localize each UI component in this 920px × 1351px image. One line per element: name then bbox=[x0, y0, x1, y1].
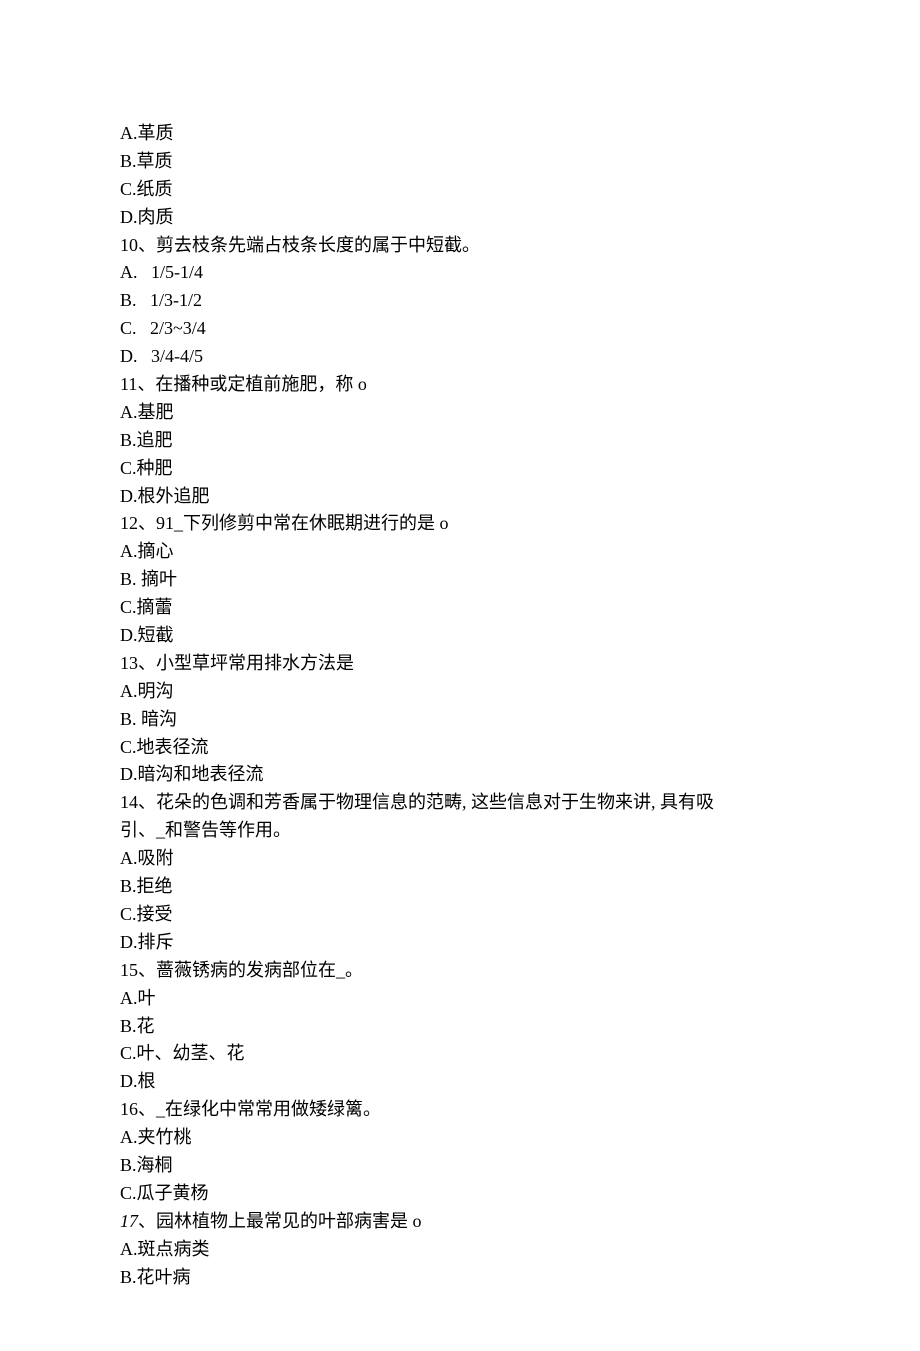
page-content: A.革质 B.草质 C.纸质 D.肉质 10、剪去枝条先端占枝条长度的属于中短截… bbox=[0, 0, 920, 1351]
q11-option-c: C.种肥 bbox=[120, 455, 800, 483]
q13-option-c: C.地表径流 bbox=[120, 734, 800, 762]
q17-stem-rest: 、园林植物上最常见的叶部病害是 o bbox=[138, 1211, 422, 1231]
q13-option-a: A.明沟 bbox=[120, 678, 800, 706]
q10-option-d: D. 3/4-4/5 bbox=[120, 343, 800, 371]
q12-stem: 12、91_下列修剪中常在休眠期进行的是 o bbox=[120, 510, 800, 538]
q12-option-b: B. 摘叶 bbox=[120, 566, 800, 594]
q10-option-a: A. 1/5-1/4 bbox=[120, 259, 800, 287]
q15-option-b: B.花 bbox=[120, 1013, 800, 1041]
q10-option-c: C. 2/3~3/4 bbox=[120, 315, 800, 343]
q12-option-d: D.短截 bbox=[120, 622, 800, 650]
q13-option-b: B. 暗沟 bbox=[120, 706, 800, 734]
q17-option-a: A.斑点病类 bbox=[120, 1236, 800, 1264]
q9-option-d: D.肉质 bbox=[120, 204, 800, 232]
q14-stem-line2: 引、_和警告等作用。 bbox=[120, 817, 800, 845]
q11-option-a: A.基肥 bbox=[120, 399, 800, 427]
q14-option-c: C.接受 bbox=[120, 901, 800, 929]
q14-option-a: A.吸附 bbox=[120, 845, 800, 873]
q17-stem: 17、园林植物上最常见的叶部病害是 o bbox=[120, 1208, 800, 1236]
q15-option-d: D.根 bbox=[120, 1068, 800, 1096]
q16-option-a: A.夹竹桃 bbox=[120, 1124, 800, 1152]
q12-option-c: C.摘蕾 bbox=[120, 594, 800, 622]
q15-option-c: C.叶、幼茎、花 bbox=[120, 1040, 800, 1068]
q11-option-b: B.追肥 bbox=[120, 427, 800, 455]
q16-option-b: B.海桐 bbox=[120, 1152, 800, 1180]
q15-stem: 15、蔷薇锈病的发病部位在_。 bbox=[120, 957, 800, 985]
q9-option-b: B.草质 bbox=[120, 148, 800, 176]
q14-stem-line1: 14、花朵的色调和芳香属于物理信息的范畴, 这些信息对于生物来讲, 具有吸 bbox=[120, 789, 800, 817]
q14-option-b: B.拒绝 bbox=[120, 873, 800, 901]
q13-option-d: D.暗沟和地表径流 bbox=[120, 761, 800, 789]
q10-option-b: B. 1/3-1/2 bbox=[120, 287, 800, 315]
q9-option-c: C.纸质 bbox=[120, 176, 800, 204]
q13-stem: 13、小型草坪常用排水方法是 bbox=[120, 650, 800, 678]
q17-option-b: B.花叶病 bbox=[120, 1264, 800, 1292]
q14-option-d: D.排斥 bbox=[120, 929, 800, 957]
q11-stem: 11、在播种或定植前施肥，称 o bbox=[120, 371, 800, 399]
q12-option-a: A.摘心 bbox=[120, 538, 800, 566]
q16-option-c: C.瓜子黄杨 bbox=[120, 1180, 800, 1208]
q15-option-a: A.叶 bbox=[120, 985, 800, 1013]
q16-stem: 16、_在绿化中常常用做矮绿篱。 bbox=[120, 1096, 800, 1124]
q9-option-a: A.革质 bbox=[120, 120, 800, 148]
q10-stem: 10、剪去枝条先端占枝条长度的属于中短截。 bbox=[120, 232, 800, 260]
q17-number: 17 bbox=[120, 1211, 138, 1231]
q11-option-d: D.根外追肥 bbox=[120, 483, 800, 511]
